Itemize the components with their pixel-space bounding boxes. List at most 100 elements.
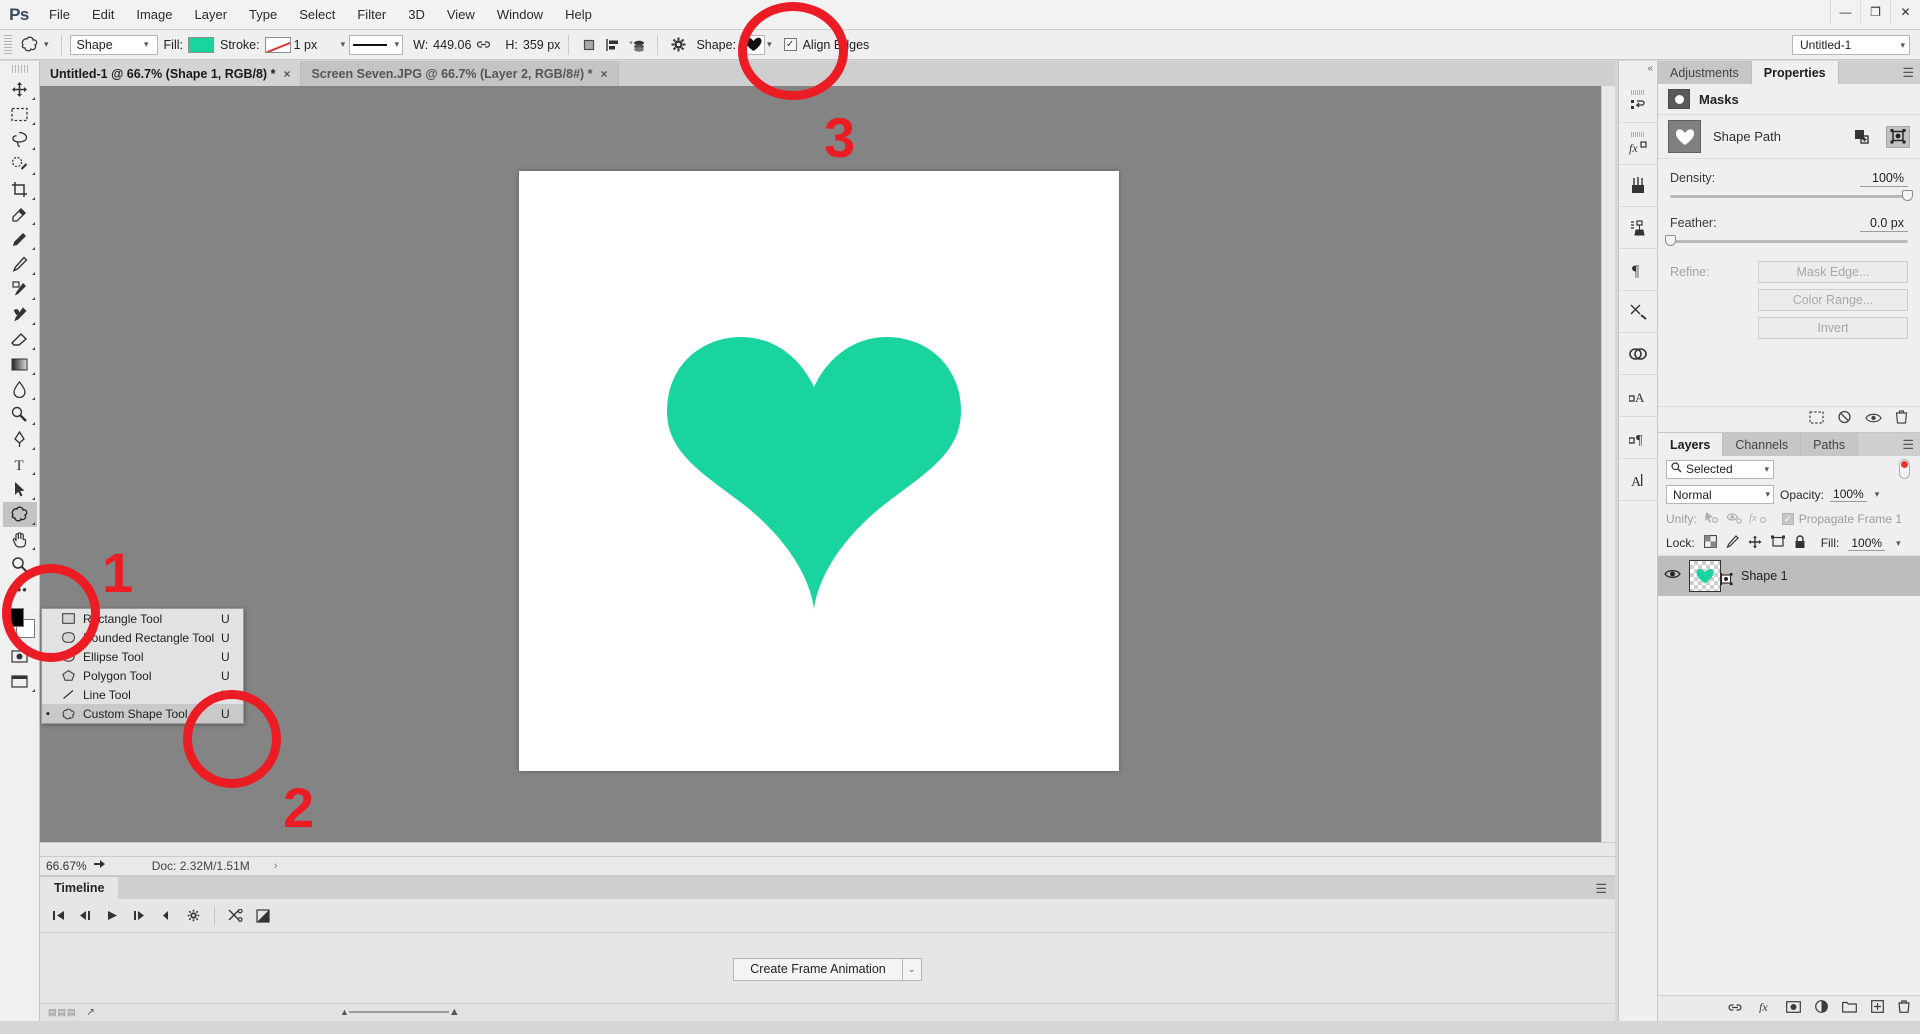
- rectangular-marquee-tool[interactable]: [3, 102, 37, 127]
- tab-timeline[interactable]: Timeline: [40, 877, 119, 899]
- path-arrangement-icon[interactable]: +: [625, 34, 649, 56]
- lasso-tool[interactable]: [3, 127, 37, 152]
- table-row[interactable]: Shape 1: [1658, 556, 1920, 596]
- link-layers-icon[interactable]: [1727, 1000, 1743, 1018]
- history-brush-tool[interactable]: [3, 302, 37, 327]
- panel-menu-icon[interactable]: ☰: [1595, 881, 1607, 897]
- shape-preview-picker[interactable]: [741, 34, 766, 55]
- fill-caret-icon[interactable]: ▾: [1896, 538, 1901, 549]
- menu-item-custom-shape-tool[interactable]: ▪ Custom Shape Tool U: [42, 704, 243, 723]
- new-layer-icon[interactable]: [1871, 999, 1884, 1018]
- timeline-convert-icon[interactable]: ↗: [87, 1007, 95, 1018]
- unify-position-icon[interactable]: [1704, 511, 1719, 527]
- delete-mask-icon[interactable]: [1895, 410, 1908, 429]
- heart-shape[interactable]: [659, 331, 969, 611]
- expand-panels-icon[interactable]: «: [1647, 63, 1653, 74]
- density-slider-thumb[interactable]: [1902, 190, 1913, 201]
- canvas-horizontal-scrollbar[interactable]: [40, 842, 1615, 856]
- stroke-width-value[interactable]: 1 px: [291, 35, 339, 55]
- menu-image[interactable]: Image: [125, 0, 183, 30]
- menu-type[interactable]: Type: [238, 0, 288, 30]
- menu-item-ellipse-tool[interactable]: Ellipse Tool U: [42, 647, 243, 666]
- feather-value[interactable]: 0.0 px: [1860, 216, 1908, 232]
- path-alignment-icon[interactable]: [601, 34, 625, 56]
- character-styles-panel-icon[interactable]: A: [1619, 375, 1657, 417]
- share-icon[interactable]: [93, 859, 106, 874]
- width-value[interactable]: 449.06: [433, 38, 471, 52]
- styles-panel-icon[interactable]: fx: [1619, 123, 1657, 165]
- vector-mask-icon[interactable]: [1886, 125, 1910, 148]
- clone-stamp-tool[interactable]: [3, 277, 37, 302]
- create-frame-animation-button[interactable]: Create Frame Animation: [733, 957, 903, 981]
- menu-item-rectangle-tool[interactable]: Rectangle Tool U: [42, 609, 243, 628]
- prevent-artboard-nesting-icon[interactable]: [1770, 535, 1785, 551]
- lock-all-icon[interactable]: [1794, 534, 1806, 552]
- menu-item-line-tool[interactable]: Line Tool U: [42, 685, 243, 704]
- minimize-button[interactable]: —: [1830, 0, 1860, 24]
- blur-tool[interactable]: [3, 377, 37, 402]
- menu-window[interactable]: Window: [486, 0, 554, 30]
- fill-color-swatch[interactable]: [187, 36, 214, 53]
- filter-toggle-switch[interactable]: [1899, 459, 1910, 479]
- layer-visibility-icon[interactable]: [1664, 567, 1681, 585]
- play-button[interactable]: [100, 904, 125, 928]
- lock-transparent-pixels-icon[interactable]: [1703, 535, 1717, 551]
- zoom-level[interactable]: 66.67%: [46, 859, 87, 873]
- character-panel-icon[interactable]: A: [1619, 459, 1657, 501]
- more-tools-button[interactable]: •••: [3, 577, 37, 602]
- close-button[interactable]: ✕: [1890, 0, 1920, 24]
- panel-menu-icon[interactable]: ☰: [1902, 437, 1914, 453]
- density-value[interactable]: 100%: [1860, 171, 1908, 187]
- align-edges-checkbox[interactable]: ✓: [783, 38, 797, 51]
- clone-source-panel-icon[interactable]: [1619, 207, 1657, 249]
- apply-mask-icon[interactable]: [1837, 410, 1852, 429]
- foreground-background-colors[interactable]: [4, 608, 35, 638]
- horizontal-type-tool[interactable]: T: [3, 452, 37, 477]
- color-range-button[interactable]: Color Range...: [1758, 289, 1908, 311]
- unify-style-icon[interactable]: fx: [1749, 511, 1767, 527]
- new-group-icon[interactable]: [1842, 1000, 1857, 1018]
- opacity-value[interactable]: 100%: [1830, 487, 1867, 502]
- dodge-tool[interactable]: [3, 402, 37, 427]
- pen-tool[interactable]: [3, 427, 37, 452]
- artboard[interactable]: [519, 171, 1119, 771]
- menu-edit[interactable]: Edit: [81, 0, 125, 30]
- timeline-grid-icon[interactable]: ▤▤▤: [48, 1007, 77, 1018]
- brush-presets-panel-icon[interactable]: [1619, 165, 1657, 207]
- options-bar-grip[interactable]: [4, 34, 12, 55]
- invert-button[interactable]: Invert: [1758, 317, 1908, 339]
- stroke-style-select[interactable]: ▾: [349, 34, 404, 55]
- fill-value[interactable]: 100%: [1848, 536, 1886, 551]
- history-panel-icon[interactable]: [1619, 81, 1657, 123]
- shape-mode-select[interactable]: Shape ▾: [69, 34, 158, 55]
- feather-slider-track[interactable]: [1665, 235, 1908, 246]
- canvas-area[interactable]: [40, 86, 1615, 856]
- link-icon[interactable]: [471, 34, 495, 56]
- crop-tool[interactable]: [3, 177, 37, 202]
- spot-healing-brush-tool[interactable]: [3, 227, 37, 252]
- mask-selection-icon[interactable]: [1809, 410, 1824, 429]
- eyedropper-tool[interactable]: [3, 202, 37, 227]
- menu-filter[interactable]: Filter: [346, 0, 397, 30]
- blend-mode-select[interactable]: Normal ▾: [1666, 485, 1774, 504]
- transition-button[interactable]: [250, 904, 275, 928]
- split-at-playhead-button[interactable]: [223, 904, 248, 928]
- add-layer-mask-icon[interactable]: [1786, 1000, 1801, 1018]
- audio-button[interactable]: [154, 904, 179, 928]
- tab-adjustments[interactable]: Adjustments: [1658, 61, 1752, 84]
- menu-item-polygon-tool[interactable]: Polygon Tool U: [42, 666, 243, 685]
- tab-untitled-1[interactable]: Untitled-1 @ 66.7% (Shape 1, RGB/8) * ×: [40, 61, 302, 86]
- screen-mode-icon[interactable]: [3, 669, 37, 694]
- panel-menu-icon[interactable]: ☰: [1902, 65, 1914, 81]
- document-arrangement-select[interactable]: Untitled-1 ▾: [1792, 35, 1910, 55]
- custom-shape-tool[interactable]: [2, 502, 37, 527]
- add-layer-style-icon[interactable]: fx: [1757, 1000, 1772, 1018]
- layer-filter-select[interactable]: Selected ▾: [1666, 459, 1774, 479]
- menu-layer[interactable]: Layer: [184, 0, 239, 30]
- select-next-frame-button[interactable]: [127, 904, 152, 928]
- tool-presets-panel-icon[interactable]: [1619, 291, 1657, 333]
- canvas-vertical-scrollbar[interactable]: [1601, 86, 1615, 856]
- zoom-tool[interactable]: [3, 552, 37, 577]
- tool-preset-caret-icon[interactable]: ▾: [44, 39, 49, 50]
- height-value[interactable]: 359 px: [523, 38, 561, 52]
